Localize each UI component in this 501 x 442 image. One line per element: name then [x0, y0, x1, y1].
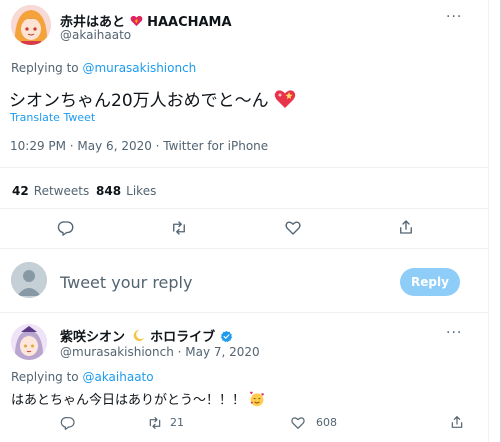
reply-retweet-count: 21 — [170, 416, 184, 429]
share-icon[interactable] — [397, 218, 415, 236]
likes-count: 848 — [96, 184, 122, 198]
tweet-text-body: シオンちゃん20万人おめでと〜ん — [9, 91, 269, 111]
heart-emoji-icon — [274, 90, 296, 108]
reply-display-name-suffix: ホロライブ — [150, 330, 216, 345]
reply-avatar[interactable] — [11, 324, 47, 360]
divider — [0, 167, 488, 168]
reply-more-options-icon[interactable]: ··· — [446, 325, 462, 341]
replying-to: Replying to @murasakishionch — [11, 61, 196, 75]
my-avatar[interactable] — [11, 262, 47, 298]
avatar[interactable] — [11, 5, 51, 45]
retweet-icon[interactable] — [170, 219, 188, 237]
reply-tweet-text: はあとちゃん今日はありがとう〜！！！ — [11, 389, 265, 408]
reply-avatar-image — [11, 324, 47, 360]
display-name-suffix: HAACHAMA — [147, 15, 232, 30]
reply-replying-prefix: Replying to — [11, 370, 83, 384]
reply-tweet-text-body: はあとちゃん今日はありがとう〜！！！ — [11, 393, 246, 408]
reply-handle-date[interactable]: @murasakishionch · May 7, 2020 — [60, 345, 260, 359]
smiling-hearts-emoji-icon — [250, 391, 265, 407]
retweet-icon[interactable] — [147, 415, 163, 431]
divider — [0, 248, 488, 249]
reply-replying-to-link[interactable]: @akaihaato — [82, 370, 153, 384]
tweet-text: シオンちゃん20万人おめでと〜ん — [9, 86, 296, 111]
replying-prefix: Replying to — [11, 61, 83, 75]
reply-icon[interactable] — [60, 415, 76, 431]
avatar-image — [11, 5, 51, 45]
heart-fire-icon — [130, 15, 142, 27]
more-options-icon[interactable]: ··· — [446, 9, 462, 25]
likes-label: Likes — [126, 184, 157, 198]
handle[interactable]: @akaihaato — [60, 28, 131, 42]
replying-to-link[interactable]: @murasakishionch — [82, 61, 196, 75]
reply-replying-to: Replying to @akaihaato — [11, 370, 154, 384]
reply-input[interactable]: Tweet your reply — [60, 273, 192, 292]
translate-tweet-link[interactable]: Translate Tweet — [10, 111, 95, 124]
like-icon[interactable] — [284, 219, 302, 237]
reply-button[interactable]: Reply — [400, 268, 460, 296]
retweets-count: 42 — [12, 184, 29, 198]
column-border — [488, 0, 489, 442]
divider — [0, 208, 488, 209]
default-avatar-icon — [11, 262, 47, 298]
reply-like-count: 608 — [316, 416, 337, 429]
retweets-label: Retweets — [33, 184, 90, 198]
divider — [0, 312, 488, 313]
retweets-stat[interactable]: 42 Retweets — [12, 180, 89, 199]
reply-icon[interactable] — [57, 219, 75, 237]
crescent-moon-icon — [133, 329, 145, 342]
verified-badge-icon — [220, 330, 232, 343]
tweet-timestamp[interactable]: 10:29 PM · May 6, 2020 · Twitter for iPh… — [10, 139, 268, 153]
reply-display-name[interactable]: 紫咲シオン ホロライブ — [60, 326, 233, 345]
likes-stat[interactable]: 848 Likes — [96, 180, 156, 199]
like-icon[interactable] — [290, 415, 306, 431]
reply-display-name-text: 紫咲シオン — [60, 330, 126, 345]
share-icon[interactable] — [449, 414, 465, 430]
